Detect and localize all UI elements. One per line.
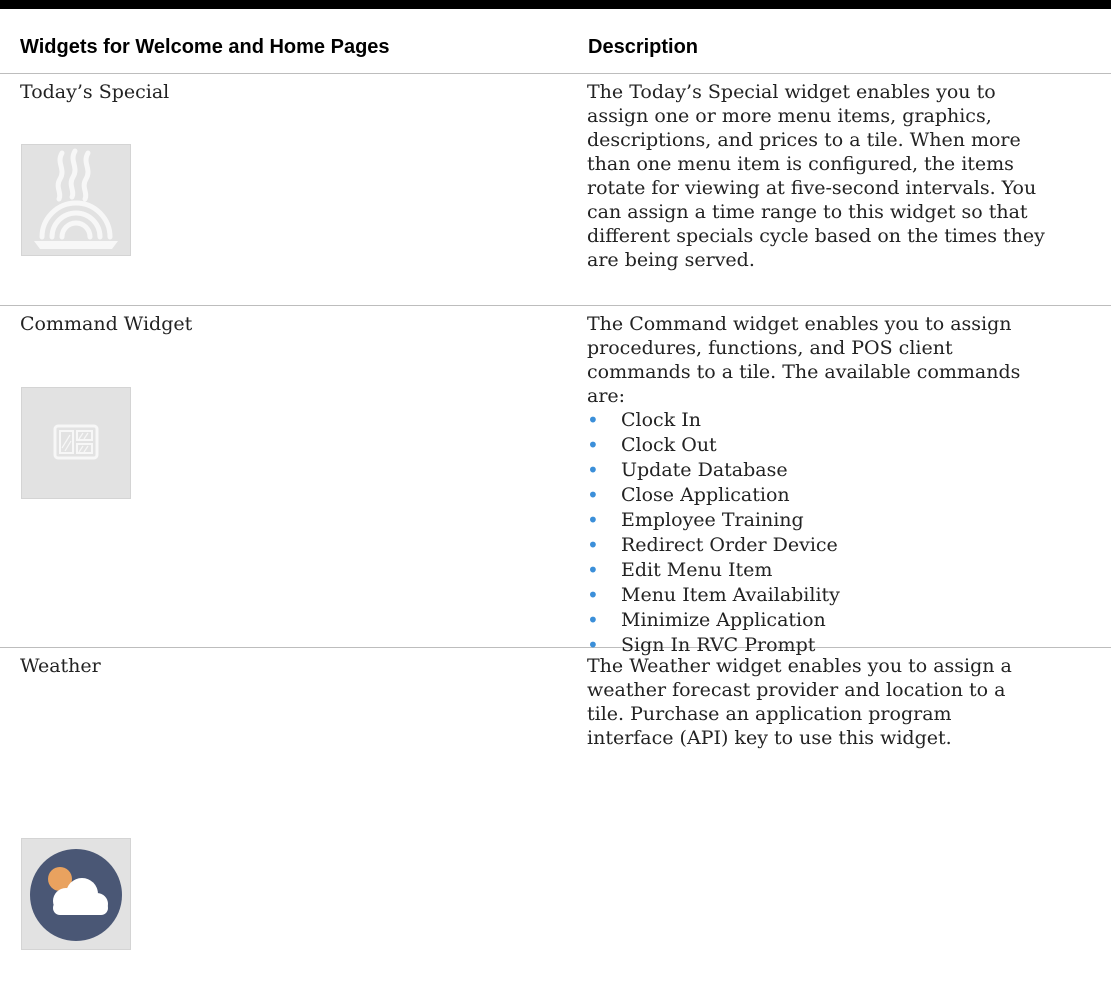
list-item: • Employee Training: [587, 508, 1087, 533]
description-line: can assign a time range to this widget s…: [587, 201, 1028, 223]
description-line: than one menu item is configured, the it…: [587, 153, 1014, 175]
list-item: • Update Database: [587, 458, 1087, 483]
bullet-icon: •: [587, 433, 599, 457]
widget-description-weather: The Weather widget enables you to assign…: [587, 654, 1087, 750]
list-item-label: Redirect Order Device: [621, 534, 838, 556]
bullet-icon: •: [587, 458, 599, 482]
bullet-icon: •: [587, 533, 599, 557]
list-item-label: Edit Menu Item: [621, 559, 773, 581]
list-item: • Clock In: [587, 408, 1087, 433]
list-item-label: Close Application: [621, 484, 790, 506]
widget-name-command: Command Widget: [20, 313, 193, 335]
list-item: • Minimize Application: [587, 608, 1087, 633]
table-row: Command Widget The Command widget enable…: [0, 306, 1111, 657]
list-item: • Clock Out: [587, 433, 1087, 458]
widget-description-command: The Command widget enables you to assign…: [587, 312, 1087, 658]
bullet-icon: •: [587, 558, 599, 582]
description-line: different specials cycle based on the ti…: [587, 225, 1045, 247]
bullet-icon: •: [587, 583, 599, 607]
bullet-icon: •: [587, 408, 599, 432]
description-line: The Today’s Special widget enables you t…: [587, 81, 996, 103]
list-item-label: Update Database: [621, 459, 788, 481]
description-line: The Command widget enables you to assign: [587, 313, 1012, 335]
weather-cloud-sun-icon: [21, 838, 131, 950]
command-tile-icon: [21, 387, 131, 499]
list-item: • Edit Menu Item: [587, 558, 1087, 583]
description-line: rotate for viewing at five-second interv…: [587, 177, 1037, 199]
list-item-label: Menu Item Availability: [621, 584, 840, 606]
widget-name-todays-special: Today’s Special: [20, 81, 170, 103]
table-row: Weather The Weather widget enables you t…: [0, 648, 1111, 990]
description-line: are being served.: [587, 249, 755, 271]
bullet-icon: •: [587, 508, 599, 532]
description-line: assign one or more menu items, graphics,: [587, 105, 992, 127]
description-line: tile. Purchase an application program: [587, 703, 952, 725]
description-line: procedures, functions, and POS client: [587, 337, 953, 359]
widget-description-todays-special: The Today’s Special widget enables you t…: [587, 80, 1087, 272]
list-item: • Redirect Order Device: [587, 533, 1087, 558]
widget-name-weather: Weather: [20, 655, 101, 677]
noodle-bowl-icon: [21, 144, 131, 256]
description-line: interface (API) key to use this widget.: [587, 727, 952, 749]
description-line: descriptions, and prices to a tile. When…: [587, 129, 1021, 151]
description-line: The Weather widget enables you to assign…: [587, 655, 1012, 677]
command-list: • Clock In • Clock Out • Update Database • C…: [587, 408, 1087, 658]
list-item-label: Minimize Application: [621, 609, 826, 631]
table-header: Widgets for Welcome and Home Pages Descr…: [0, 9, 1111, 74]
list-item-label: Employee Training: [621, 509, 804, 531]
column-header-widgets: Widgets for Welcome and Home Pages: [20, 36, 390, 58]
list-item-label: Clock Out: [621, 434, 717, 456]
list-item: • Close Application: [587, 483, 1087, 508]
bullet-icon: •: [587, 483, 599, 507]
bullet-icon: •: [587, 608, 599, 632]
table-row: Today’s Special The Today’s Special widg…: [0, 74, 1111, 306]
list-item: • Menu Item Availability: [587, 583, 1087, 608]
description-line: are:: [587, 385, 626, 407]
table-top-rule: [0, 0, 1111, 9]
column-header-description: Description: [588, 36, 699, 58]
description-line: commands to a tile. The available comman…: [587, 361, 1021, 383]
description-line: weather forecast provider and location t…: [587, 679, 1006, 701]
list-item-label: Clock In: [621, 409, 701, 431]
